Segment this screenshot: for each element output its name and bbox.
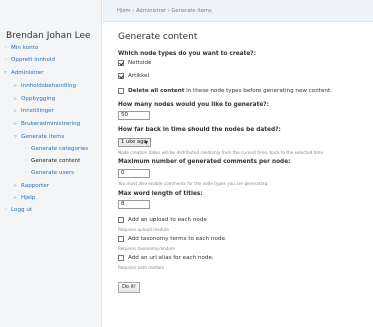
nettside-checkbox[interactable] (118, 60, 124, 66)
bullet-icon: ◦ (4, 45, 8, 51)
node-type-artikkel[interactable]: Artikkel (118, 73, 149, 79)
taxonomy-label: Add taxonomy terms to each node. (128, 236, 227, 242)
node-type-nettside[interactable]: Nettside (118, 60, 151, 66)
sidebar-item-brukeradministrering[interactable]: ▹ Brukeradministrering (14, 119, 80, 129)
sidebar-item-hjelp[interactable]: ▹ Hjelp (14, 193, 35, 203)
bullet-icon: ◦ (4, 207, 8, 213)
collapsed-icon: ▹ (14, 183, 17, 189)
sidebar-item-generate-items[interactable]: ▿ Generate items (14, 132, 64, 142)
sidebar-item-generate-content[interactable]: ◦ Generate content (24, 156, 80, 166)
artikkel-checkbox[interactable] (118, 73, 124, 79)
bullet-icon: ◦ (4, 57, 8, 63)
sidebar-item-label: Generate items (21, 134, 65, 140)
sidebar-item-label: Generate users (31, 170, 75, 176)
upload-option[interactable]: Add an upload to each node (118, 217, 207, 223)
bullet-icon: ◦ (24, 146, 28, 152)
submit-button[interactable]: Do it! (118, 282, 140, 293)
sidebar-item-label: Administrer (11, 70, 44, 76)
expanded-icon: ▿ (4, 70, 7, 76)
sidebar-item-logg-ut[interactable]: ◦ Logg ut (4, 205, 32, 215)
alias-checkbox[interactable] (118, 255, 124, 261)
sidebar-item-label: Generate content (31, 158, 81, 164)
sidebar-item-innholdsbehandling[interactable]: ▹ Innholdsbehandling (14, 81, 76, 91)
node-types-label: Which node types do you want to create?: (118, 51, 256, 57)
delete-all-option[interactable]: Delete all content in these node types b… (118, 88, 332, 94)
how-far-selected-value: 1 uke ago (121, 139, 147, 145)
breadcrumb[interactable]: Hjem › Administrer › Generate items (117, 8, 212, 14)
upload-description: Requires upload.module (118, 227, 169, 232)
collapsed-icon: ▹ (14, 96, 17, 102)
sidebar-item-label: Opprett innhold (11, 57, 56, 63)
how-many-label: How many nodes would you like to generat… (118, 102, 269, 108)
sidebar-item-label: Logg ut (11, 207, 33, 213)
sidebar-item-label: Oppbygging (21, 96, 56, 102)
collapsed-icon: ▹ (14, 108, 17, 114)
collapsed-icon: ▹ (14, 121, 17, 127)
user-name: Brendan Johan Lee (6, 31, 91, 41)
max-comments-label: Maximum number of generated comments per… (118, 159, 291, 165)
breadcrumb-bar: Hjem › Administrer › Generate items (103, 0, 373, 22)
main-content: Generate content Which node types do you… (103, 22, 373, 327)
bullet-icon: ◦ (24, 158, 28, 164)
how-far-select[interactable]: 1 uke ago ▼ (118, 138, 151, 147)
nettside-label: Nettside (128, 60, 152, 66)
max-word-label: Max word length of titles: (118, 191, 203, 197)
page-title: Generate content (118, 32, 198, 42)
sidebar-item-administrer[interactable]: ▿ Administrer (4, 68, 43, 78)
how-far-description: Node creation dates will be distributed … (118, 150, 325, 155)
collapsed-icon: ▹ (14, 83, 17, 89)
sidebar-item-generate-users[interactable]: ◦ Generate users (24, 168, 74, 178)
how-many-input[interactable]: 50 (118, 111, 150, 120)
max-word-input[interactable]: 8 (118, 200, 150, 209)
artikkel-label: Artikkel (128, 73, 150, 79)
sidebar-item-label: Rapporter (21, 183, 49, 189)
upload-checkbox[interactable] (118, 217, 124, 223)
collapsed-icon: ▹ (14, 195, 17, 201)
taxonomy-option[interactable]: Add taxonomy terms to each node. (118, 236, 227, 242)
sidebar-item-label: Brukeradministrering (21, 121, 81, 127)
sidebar: Brendan Johan Lee ◦ Min konto ◦ Opprett in… (0, 0, 102, 327)
taxonomy-checkbox[interactable] (118, 236, 124, 242)
sidebar-item-label: Min konto (11, 45, 39, 51)
sidebar-item-label: Hjelp (21, 195, 36, 201)
max-comments-input[interactable]: 0 (118, 169, 150, 178)
sidebar-item-generate-categories[interactable]: ◦ Generate categories (24, 144, 88, 154)
sidebar-item-label: Innholdsbehandling (21, 83, 76, 89)
how-far-label: How far back in time should the nodes be… (118, 127, 281, 133)
sidebar-item-oppbygging[interactable]: ▹ Oppbygging (14, 94, 55, 104)
delete-all-checkbox[interactable] (118, 88, 124, 94)
alias-description: Requires path.module (118, 265, 165, 270)
sidebar-item-innstillinger[interactable]: ▹ Innstillinger (14, 106, 54, 116)
alias-label: Add an url alias for each node. (128, 255, 214, 261)
alias-option[interactable]: Add an url alias for each node. (118, 255, 214, 261)
delete-all-label-rest: in these node types before generating ne… (184, 88, 332, 94)
max-comments-description: You must also enable comments for the no… (118, 181, 269, 186)
taxonomy-description: Requires taxonomy.module (118, 246, 175, 251)
sidebar-item-rapporter[interactable]: ▹ Rapporter (14, 181, 49, 191)
sidebar-item-label: Innstillinger (21, 108, 54, 114)
delete-all-label: Delete all content in these node types b… (128, 88, 332, 94)
bullet-icon: ◦ (24, 170, 28, 176)
delete-all-label-bold: Delete all content (128, 88, 185, 94)
dropdown-arrow-icon: ▼ (144, 141, 148, 146)
upload-label: Add an upload to each node (128, 217, 207, 223)
sidebar-item-opprett-innhold[interactable]: ◦ Opprett innhold (4, 55, 55, 65)
sidebar-item-label: Generate categories (31, 146, 89, 152)
sidebar-item-min-konto[interactable]: ◦ Min konto (4, 43, 38, 53)
expanded-icon: ▿ (14, 134, 17, 140)
